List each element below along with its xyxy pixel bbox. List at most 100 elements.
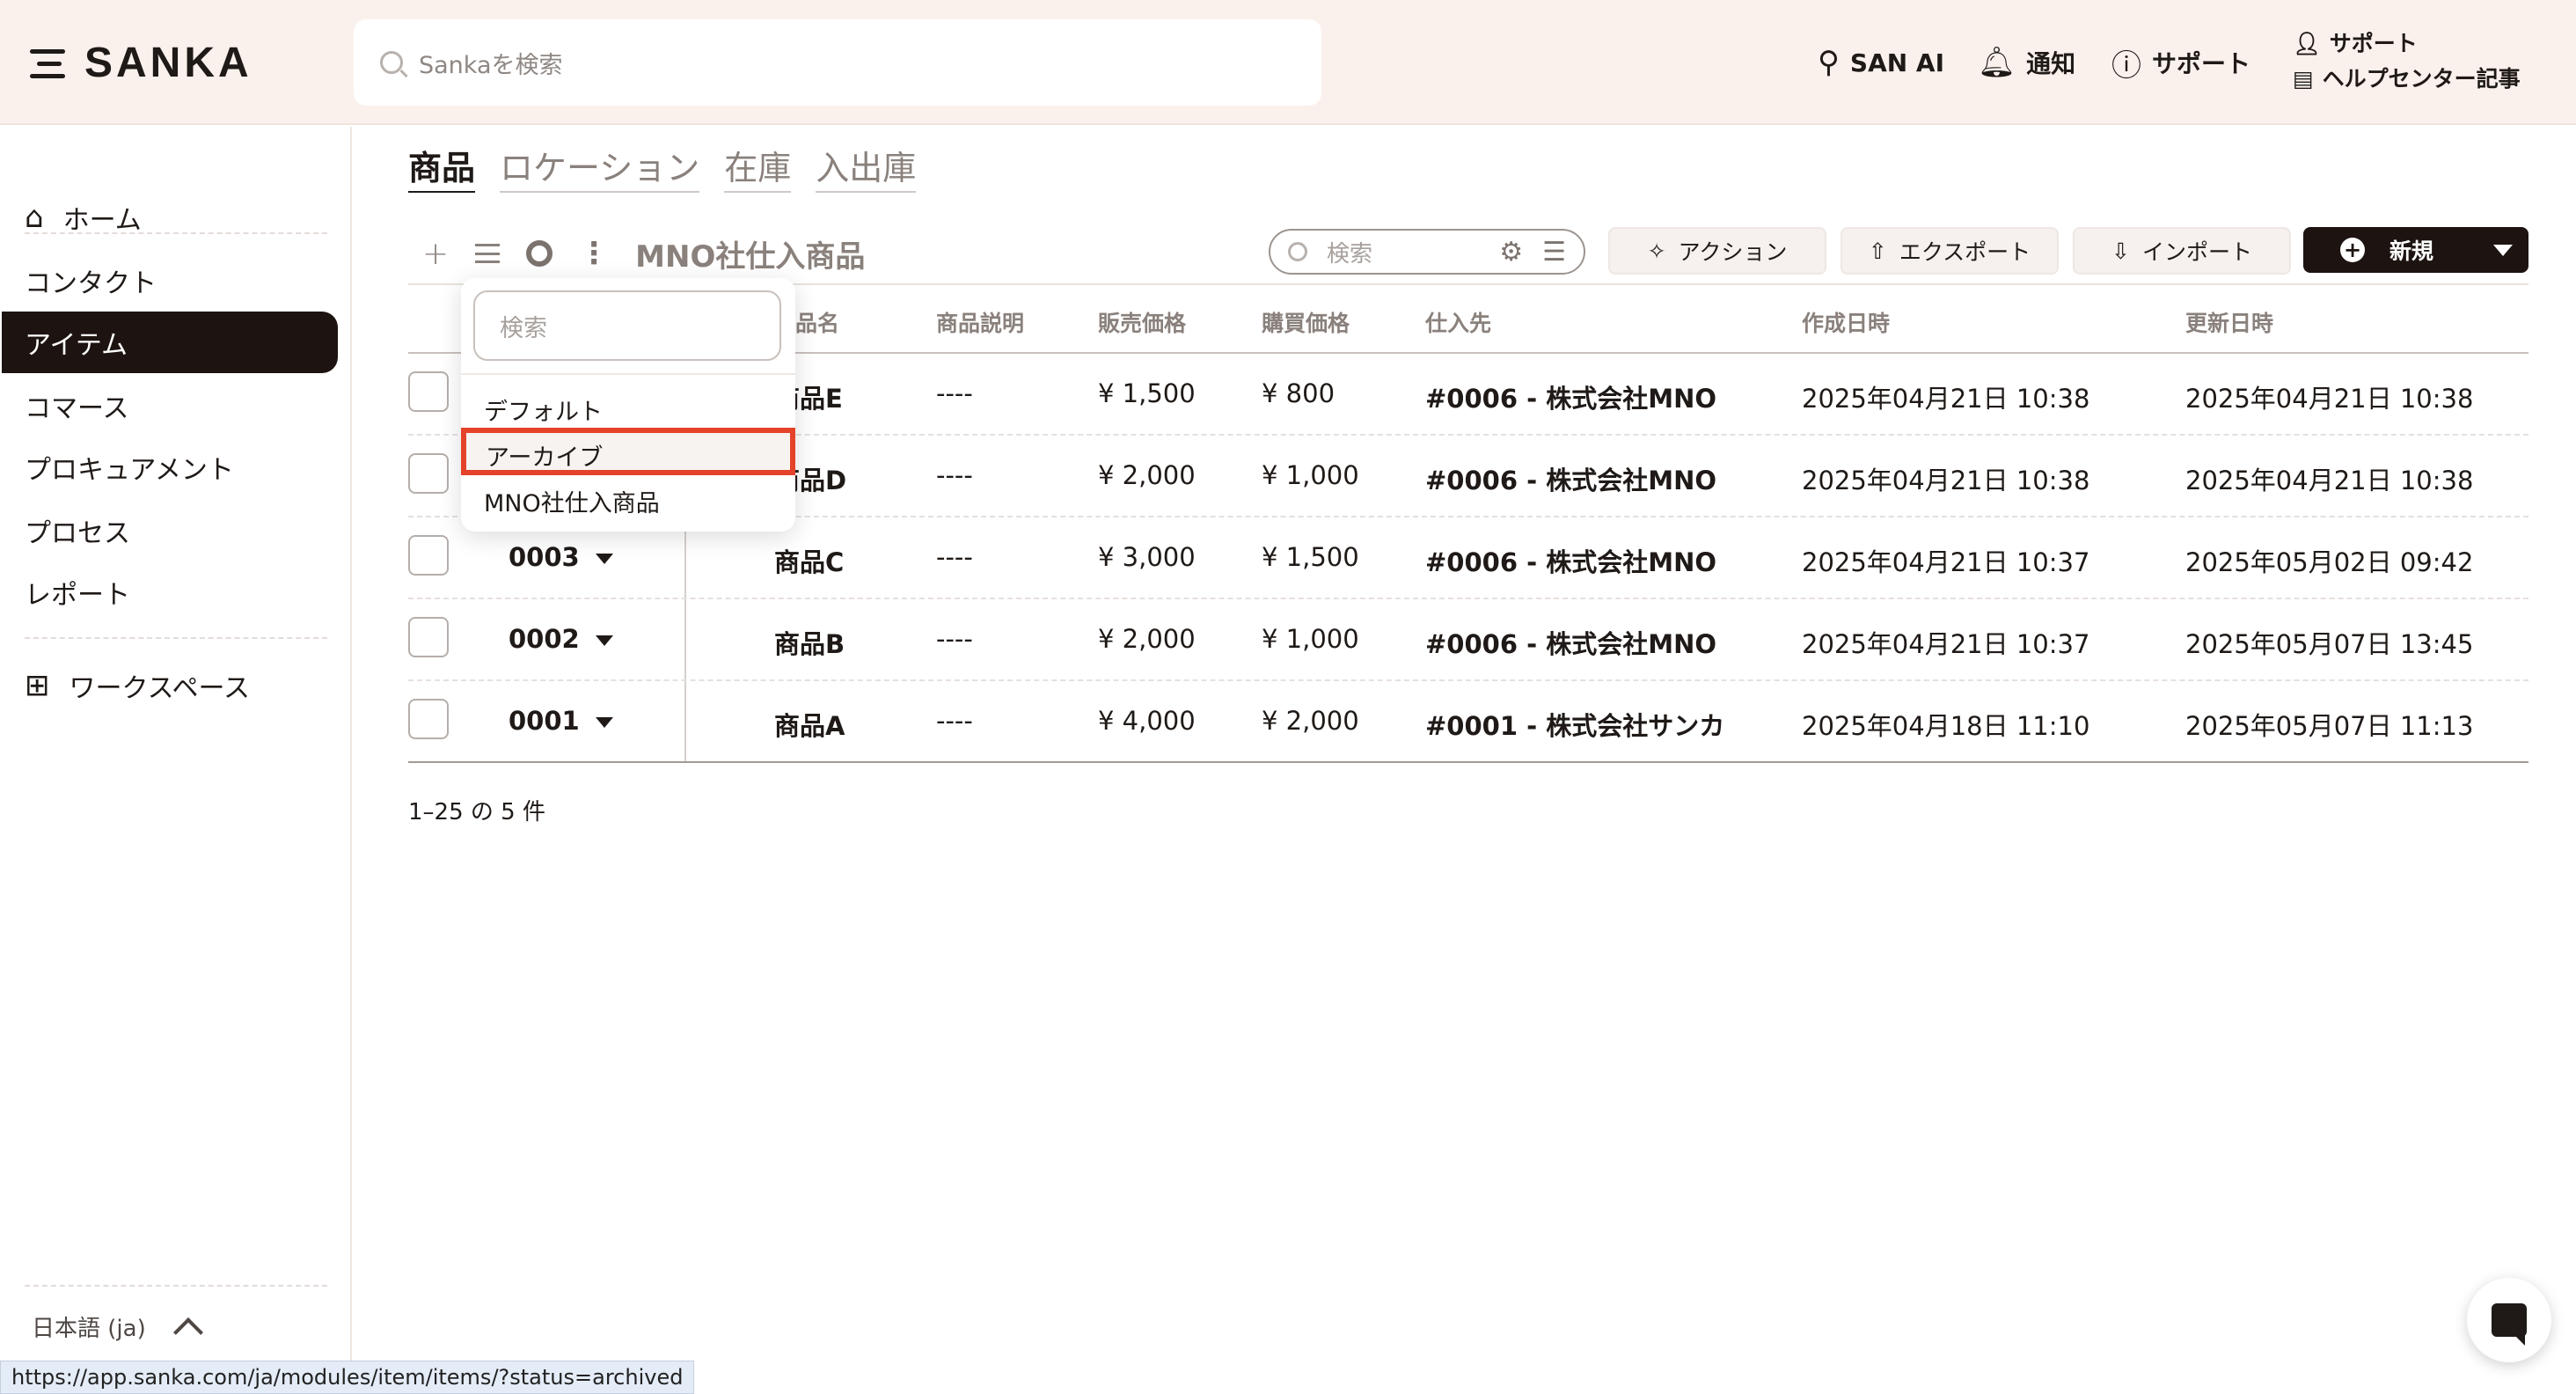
sidebar-item-procurement[interactable]: プロキュアメント [2, 437, 338, 498]
book-icon: ▤ [2293, 66, 2314, 92]
download-icon: ⇩ [2111, 238, 2130, 264]
column-divider [684, 681, 686, 761]
current-view-name[interactable]: MNO社仕入商品 [635, 232, 865, 275]
table-search-input[interactable]: 検索 ⚙ ☰ [1269, 229, 1585, 275]
table-row[interactable]: 0001 商品A ---- ¥ 4,000 ¥ 2,000 #0001 - 株式… [408, 681, 2528, 763]
column-header[interactable]: 販売価格 [1098, 306, 1186, 338]
gear-icon[interactable]: ⚙ [1499, 237, 1523, 268]
help-menu[interactable]: 👤︎ サポート ▤ ヘルプセンター記事 [2293, 26, 2521, 97]
item-description: ---- [936, 624, 973, 654]
column-header[interactable]: 購買価格 [1262, 306, 1350, 338]
language-label: 日本語 (ja) [32, 1316, 146, 1342]
column-header[interactable]: 作成日時 [1802, 306, 1890, 338]
tab-locations[interactable]: ロケーション [500, 141, 700, 193]
global-search-input[interactable]: Sankaを検索 [354, 19, 1321, 106]
sidebar-item-process[interactable]: プロセス [2, 500, 338, 561]
chat-icon [2492, 1303, 2527, 1346]
supplier[interactable]: #0006 - 株式会社MNO [1425, 378, 1716, 415]
column-header[interactable]: 品名 [795, 306, 839, 338]
chevron-down-icon[interactable] [2493, 244, 2513, 256]
more-options-icon[interactable]: ⋮ [579, 236, 609, 271]
list-icon[interactable]: ☰ [1542, 237, 1566, 268]
item-name[interactable]: 商品C [774, 542, 844, 579]
item-name[interactable]: 商品B [774, 624, 845, 661]
sale-price: ¥ 2,000 [1098, 624, 1196, 654]
row-checkbox[interactable] [408, 371, 449, 412]
item-id: 0003 [509, 542, 580, 572]
row-checkbox[interactable] [408, 699, 449, 739]
view-option-mno[interactable]: MNO社仕入商品 [484, 484, 660, 518]
sidebar-divider [25, 637, 327, 639]
item-description: ---- [936, 542, 973, 572]
updated-at: 2025年04月21日 10:38 [2185, 466, 2474, 495]
sidebar-divider [25, 232, 327, 234]
logo[interactable]: SANKA [30, 39, 252, 87]
updated-at: 2025年05月07日 11:13 [2185, 711, 2474, 741]
action-button[interactable]: ✧ アクション [1608, 227, 1826, 275]
item-id-dropdown[interactable]: 0001 [509, 706, 613, 736]
sidebar-item-label: コマース [25, 393, 129, 424]
san-ai-label: SAN AI [1849, 48, 1945, 77]
tab-inventory[interactable]: 在庫 [724, 141, 792, 193]
plus-circle-icon: + [2340, 238, 2365, 262]
supplier[interactable]: #0006 - 株式会社MNO [1425, 624, 1716, 661]
pagination-summary: 1–25 の 5 件 [408, 799, 545, 825]
supplier[interactable]: #0001 - 株式会社サンカ [1425, 706, 1724, 743]
tab-stock-movements[interactable]: 入出庫 [816, 141, 917, 193]
chevron-up-icon [172, 1317, 203, 1347]
tab-products[interactable]: 商品 [408, 141, 476, 193]
view-list-icon[interactable] [475, 244, 501, 263]
view-option-archive[interactable]: アーカイブ [486, 438, 603, 473]
chevron-down-icon [595, 717, 613, 728]
notifications-button[interactable]: 🔔︎ 通知 [1978, 0, 2075, 125]
top-header: SANKA Sankaを検索 ⚲ SAN AI 🔔︎ 通知 ⓘ サポート 👤︎ サ… [0, 0, 2576, 125]
sidebar-item-label: ワークスペース [69, 673, 251, 704]
column-header[interactable]: 商品説明 [936, 306, 1024, 338]
row-checkbox[interactable] [408, 535, 449, 576]
sidebar-item-contacts[interactable]: コンタクト [2, 250, 338, 312]
view-option-default[interactable]: デフォルト [484, 393, 603, 427]
export-button[interactable]: ⇧ エクスポート [1841, 227, 2059, 275]
new-item-button[interactable]: + 新規 [2303, 227, 2528, 273]
add-view-icon[interactable]: + [422, 236, 449, 272]
view-status-icon[interactable] [526, 240, 553, 267]
purchase-price: ¥ 1,000 [1262, 624, 1359, 654]
column-header[interactable]: 更新日時 [2185, 306, 2273, 338]
view-dropdown: 検索 デフォルト アーカイブ MNO社仕入商品 [461, 278, 795, 532]
item-id-dropdown[interactable]: 0003 [509, 542, 613, 572]
item-name[interactable]: 商品A [774, 706, 845, 743]
dropdown-divider [461, 373, 795, 375]
column-header[interactable]: 仕入先 [1425, 306, 1491, 338]
logo-text: SANKA [84, 40, 252, 86]
home-icon: ⌂ [25, 200, 44, 235]
purchase-price: ¥ 800 [1262, 378, 1336, 408]
row-checkbox[interactable] [408, 617, 449, 657]
sidebar-item-workspace[interactable]: ⊞ ワークスペース [2, 655, 338, 716]
item-id: 0002 [509, 624, 580, 654]
sidebar-item-reports[interactable]: レポート [2, 561, 338, 623]
item-description: ---- [936, 378, 973, 408]
support-button[interactable]: ⓘ サポート [2111, 0, 2250, 125]
san-ai-button[interactable]: ⚲ SAN AI [1818, 0, 1944, 125]
table-toolbar: + ⋮ MNO社仕入商品 検索 ⚙ ☰ ✧ アクション ⇧ エクスポート ⇩ イ… [408, 227, 2528, 280]
sidebar-divider [25, 1285, 327, 1287]
sidebar-item-home[interactable]: ⌂ ホーム [2, 187, 338, 248]
import-button[interactable]: ⇩ インポート [2073, 227, 2291, 275]
item-id-dropdown[interactable]: 0002 [509, 624, 613, 654]
row-checkbox[interactable] [408, 453, 449, 494]
supplier[interactable]: #0006 - 株式会社MNO [1425, 542, 1716, 579]
menu-icon[interactable] [30, 46, 65, 81]
sidebar-item-commerce[interactable]: コマース [2, 375, 338, 437]
table-row[interactable]: 0002 商品B ---- ¥ 2,000 ¥ 1,000 #0006 - 株式… [408, 599, 2528, 681]
sidebar-item-items[interactable]: アイテム [2, 312, 338, 373]
action-label: アクション [1678, 239, 1788, 265]
language-selector[interactable]: 日本語 (ja) [32, 1310, 203, 1347]
chevron-down-icon [595, 635, 613, 646]
chat-widget-button[interactable] [2467, 1278, 2551, 1362]
purchase-price: ¥ 2,000 [1262, 706, 1359, 736]
new-label: 新規 [2389, 238, 2434, 264]
help-center-label: ヘルプセンター記事 [2322, 66, 2521, 92]
view-search-input[interactable]: 検索 [473, 290, 781, 361]
created-at: 2025年04月21日 10:37 [1802, 547, 2090, 577]
supplier[interactable]: #0006 - 株式会社MNO [1425, 460, 1716, 497]
